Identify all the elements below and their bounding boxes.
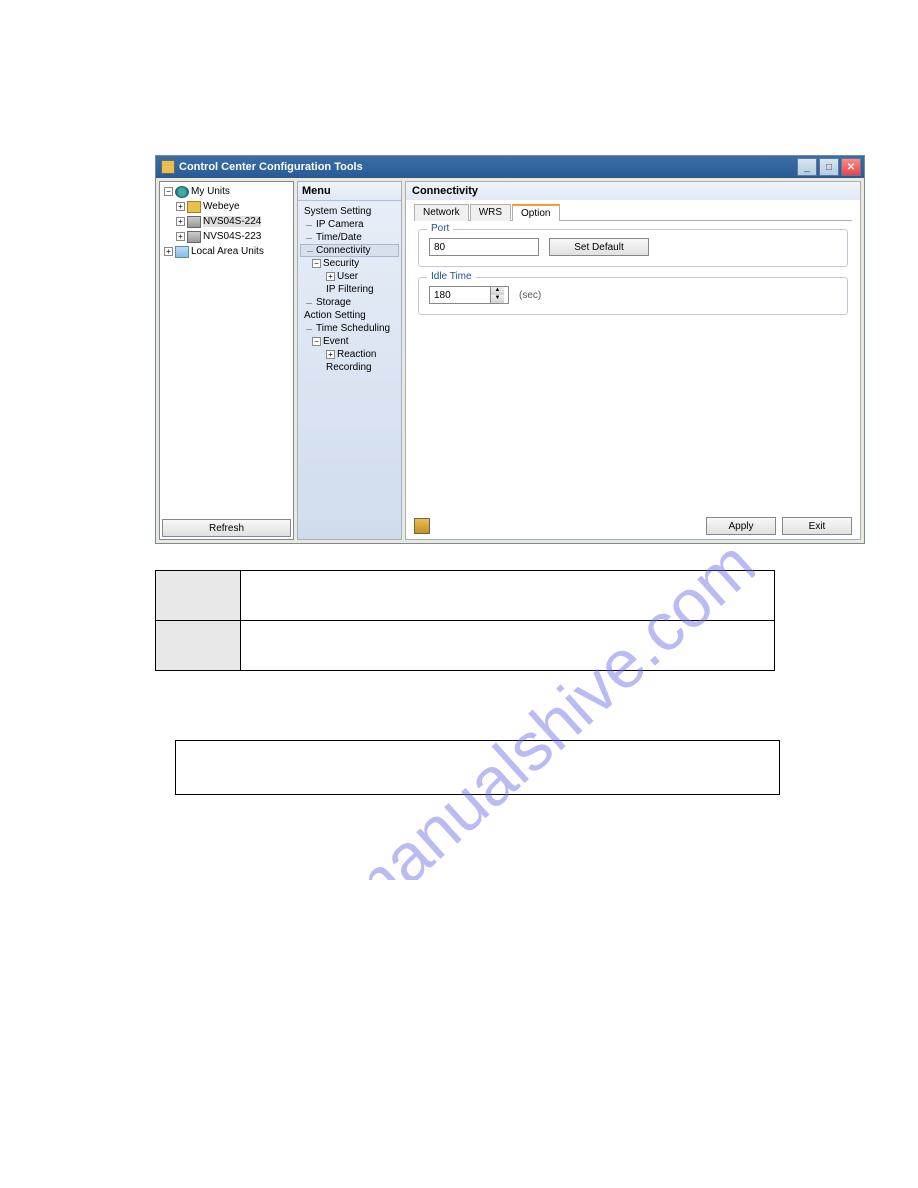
maximize-button[interactable]: □ [819,158,839,176]
menu-ip-camera[interactable]: IP Camera [300,218,399,231]
tree-label: NVS04S-223 [203,231,261,242]
tree-label: Local Area Units [191,246,264,257]
titlebar: Control Center Configuration Tools _ □ ✕ [156,156,864,178]
menu-panel: Menu System Setting IP Camera Time/Date … [297,181,402,540]
expand-icon[interactable]: − [312,259,321,268]
menu-event[interactable]: −Event [300,335,399,348]
description-table [155,570,775,671]
device-icon [187,216,201,228]
idle-time-spinner[interactable]: ▲ ▼ [429,286,509,304]
expand-icon[interactable]: + [176,217,185,226]
table-cell-content [241,571,775,621]
globe-icon [175,186,189,198]
idle-time-legend: Idle Time [427,271,476,282]
tree-label: NVS04S-224 [203,216,261,227]
port-fieldset: Port Set Default [418,229,848,267]
table-row [156,621,775,671]
menu-user[interactable]: +User [300,270,399,283]
idle-time-unit: (sec) [519,290,541,301]
idle-time-input[interactable] [430,287,490,303]
expand-icon[interactable]: + [176,232,185,241]
folder-icon [187,201,201,213]
note-box [175,740,780,795]
port-legend: Port [427,223,453,234]
spinner-up-icon[interactable]: ▲ [490,287,504,295]
table-cell-content [241,621,775,671]
tree-nvs224[interactable]: + NVS04S-224 [162,214,291,229]
content-panel: Connectivity Network WRS Option Port Set… [405,181,861,540]
menu-security[interactable]: −Security [300,257,399,270]
table-cell-label [156,571,241,621]
footer-row: Apply Exit [406,513,860,539]
app-window: Control Center Configuration Tools _ □ ✕… [155,155,865,544]
menu-ip-filtering[interactable]: IP Filtering [300,283,399,296]
table-cell-label [156,621,241,671]
expand-icon[interactable]: − [164,187,173,196]
network-icon [175,246,189,258]
status-icon [414,518,430,534]
tree-webeye[interactable]: + Webeye [162,199,291,214]
idle-time-fieldset: Idle Time ▲ ▼ (sec) [418,277,848,315]
menu-recording[interactable]: Recording [300,361,399,374]
menu-time-scheduling[interactable]: Time Scheduling [300,322,399,335]
tab-option[interactable]: Option [512,204,559,221]
tree-panel: − My Units + Webeye + NVS04S-224 [159,181,294,540]
menu-reaction[interactable]: +Reaction [300,348,399,361]
refresh-button[interactable]: Refresh [162,519,291,537]
expand-icon[interactable]: + [326,272,335,281]
close-button[interactable]: ✕ [841,158,861,176]
tree-local-area[interactable]: + Local Area Units [162,244,291,259]
spinner-down-icon[interactable]: ▼ [490,295,504,303]
minimize-button[interactable]: _ [797,158,817,176]
tab-bar: Network WRS Option [414,204,852,221]
tree-my-units[interactable]: − My Units [162,184,291,199]
content-header: Connectivity [406,182,860,200]
menu-system-setting[interactable]: System Setting [300,205,399,218]
menu-connectivity[interactable]: Connectivity [300,244,399,257]
window-title: Control Center Configuration Tools [179,161,363,173]
port-input[interactable] [429,238,539,256]
expand-icon[interactable]: + [164,247,173,256]
apply-button[interactable]: Apply [706,517,776,535]
device-icon [187,231,201,243]
menu-header: Menu [298,182,401,201]
tab-network[interactable]: Network [414,204,469,221]
expand-icon[interactable]: − [312,337,321,346]
table-row [156,571,775,621]
tree-label: Webeye [203,201,240,212]
menu-storage[interactable]: Storage [300,296,399,309]
expand-icon[interactable]: + [176,202,185,211]
menu-action-setting[interactable]: Action Setting [300,309,399,322]
tree-label: My Units [191,186,230,197]
tab-wrs[interactable]: WRS [470,204,511,221]
app-icon [161,160,175,174]
expand-icon[interactable]: + [326,350,335,359]
menu-time-date[interactable]: Time/Date [300,231,399,244]
set-default-button[interactable]: Set Default [549,238,649,256]
exit-button[interactable]: Exit [782,517,852,535]
tree-nvs223[interactable]: + NVS04S-223 [162,229,291,244]
